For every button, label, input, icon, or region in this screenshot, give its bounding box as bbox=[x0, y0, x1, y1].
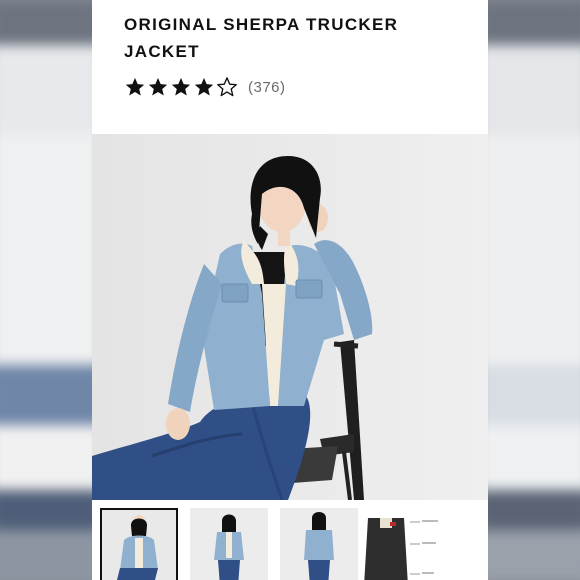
thumbnail-strip bbox=[92, 500, 488, 580]
blurred-left-panel bbox=[0, 0, 102, 580]
thumbnail-seated-model[interactable] bbox=[100, 508, 178, 580]
review-count[interactable]: (376) bbox=[248, 79, 286, 96]
thumbnail-back-view[interactable] bbox=[280, 508, 358, 580]
main-product-image[interactable] bbox=[92, 134, 488, 500]
star-full-icon bbox=[171, 77, 191, 96]
star-full-icon bbox=[125, 77, 145, 96]
thumbnail-image bbox=[102, 510, 176, 580]
thumbnail-image bbox=[364, 508, 442, 580]
star-rating bbox=[124, 76, 238, 98]
blurred-right-panel bbox=[478, 0, 580, 580]
product-title: ORIGINAL SHERPA TRUCKER JACKET bbox=[124, 15, 399, 61]
thumbnail-image bbox=[190, 508, 268, 580]
star-outline-icon bbox=[217, 77, 237, 97]
product-card: ORIGINAL SHERPA TRUCKER JACKET (376) bbox=[92, 0, 488, 580]
model-photo-illustration bbox=[92, 134, 488, 500]
thumbnail-image bbox=[280, 508, 358, 580]
rating-row[interactable]: (376) bbox=[124, 74, 286, 100]
star-full-icon bbox=[194, 77, 214, 96]
thumbnail-black-jacket-detail[interactable] bbox=[364, 508, 442, 580]
star-full-icon bbox=[148, 77, 168, 96]
thumbnail-front-view[interactable] bbox=[190, 508, 268, 580]
